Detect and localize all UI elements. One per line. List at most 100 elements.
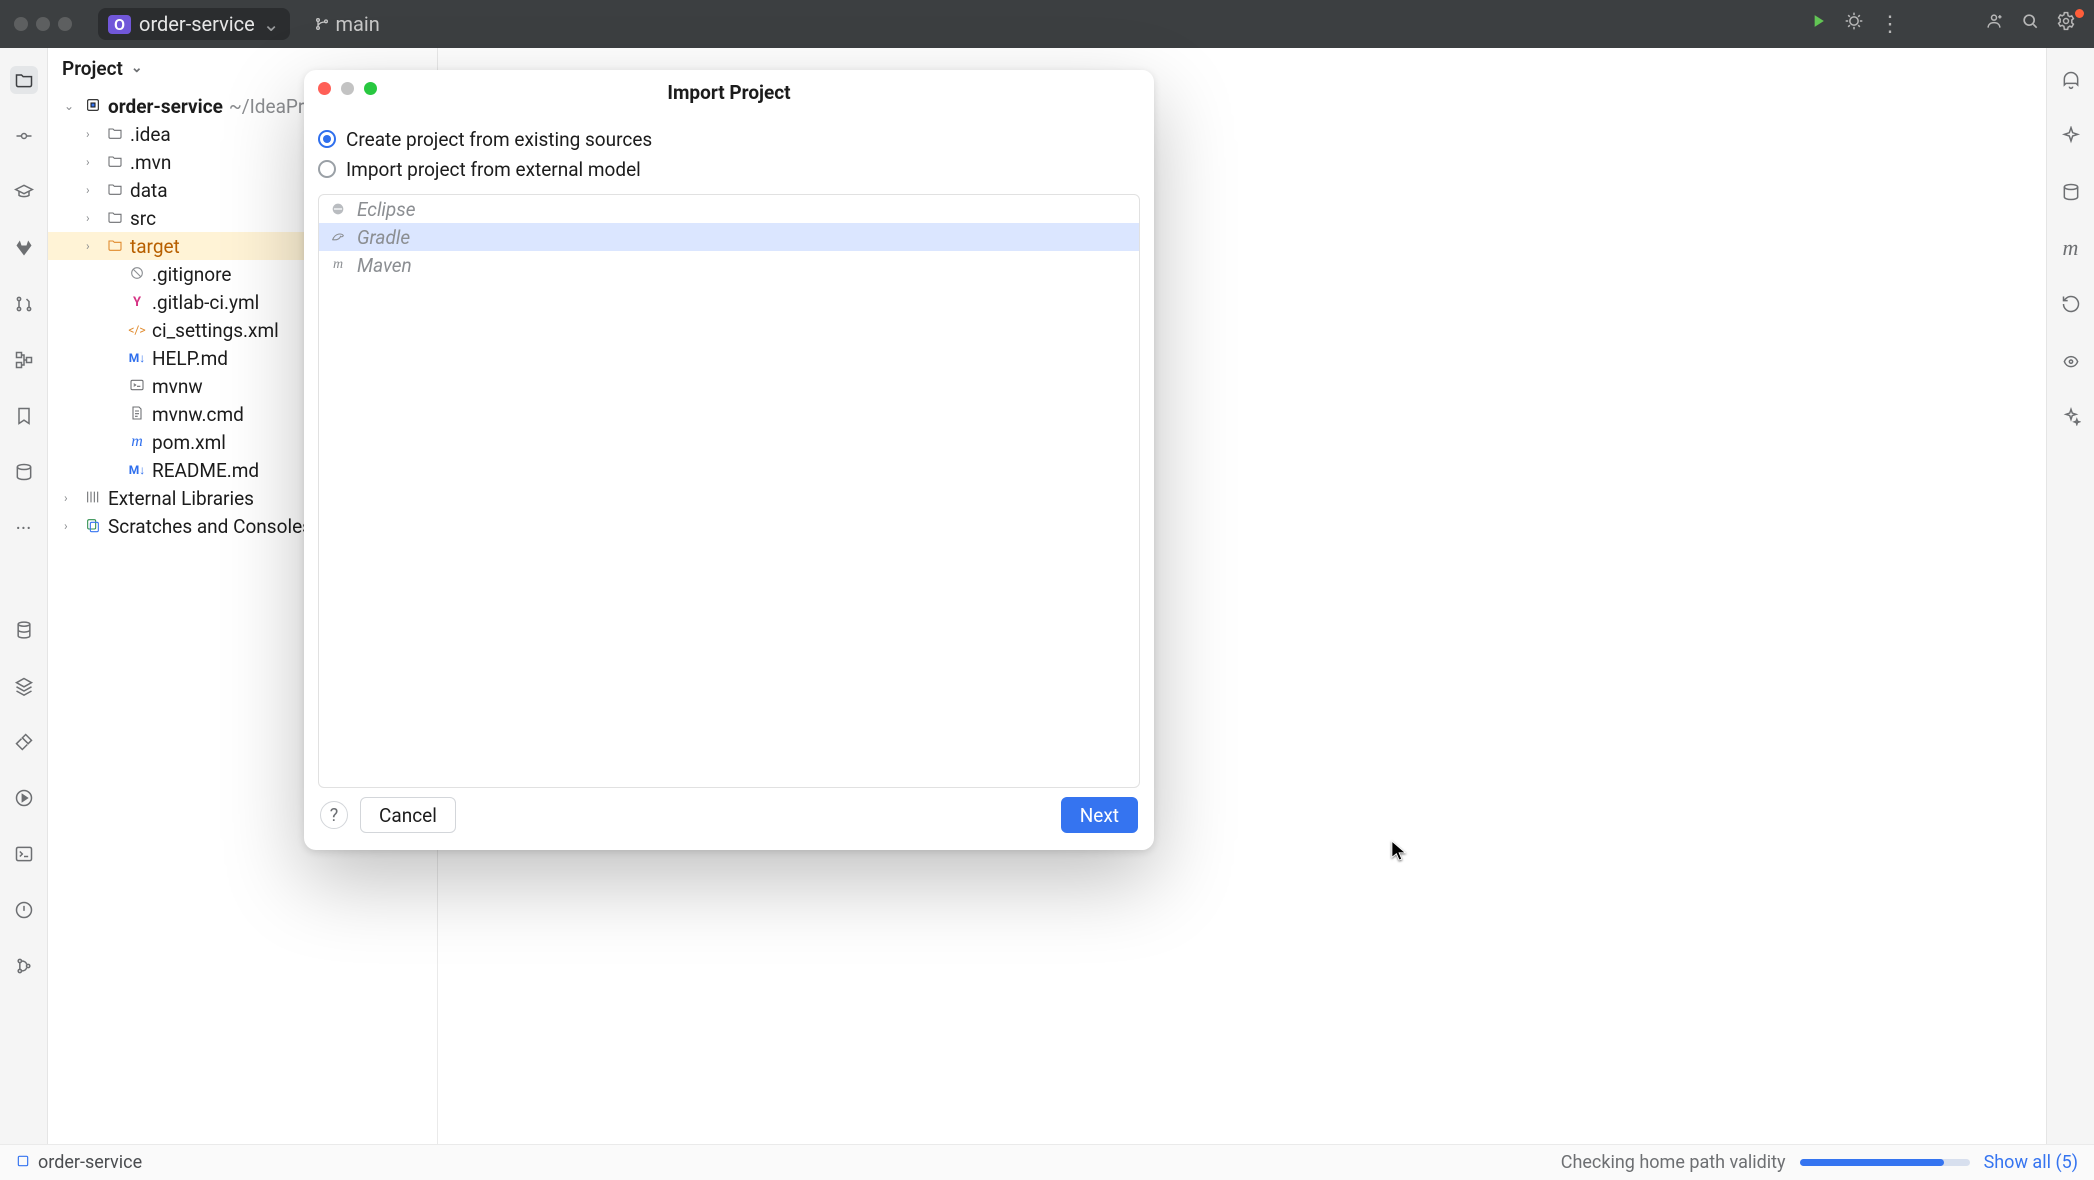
ide-titlebar: O order-service ⌄ main ⋮ bbox=[0, 0, 2094, 48]
tree-item-label: .idea bbox=[130, 123, 171, 146]
next-button[interactable]: Next bbox=[1061, 797, 1138, 833]
gitlab-tool-button[interactable] bbox=[10, 234, 38, 262]
layers-tool-button[interactable] bbox=[10, 672, 38, 700]
tree-item-label: mvnw.cmd bbox=[152, 403, 244, 426]
model-option-eclipse[interactable]: Eclipse bbox=[319, 195, 1139, 223]
radio-label: Create project from existing sources bbox=[346, 128, 652, 151]
chevron-right-icon[interactable]: › bbox=[86, 155, 100, 169]
tree-root-name: order-service bbox=[108, 95, 223, 118]
project-tool-button[interactable] bbox=[10, 66, 38, 94]
persistence-tool-button[interactable] bbox=[10, 458, 38, 486]
chevron-right-icon[interactable]: › bbox=[86, 183, 100, 197]
mouse-cursor-icon bbox=[1391, 840, 1409, 862]
scratches-icon bbox=[84, 515, 102, 538]
chevron-down-icon: ⌄ bbox=[131, 60, 143, 76]
tree-item-label: README.md bbox=[152, 459, 259, 482]
more-actions-button[interactable]: ⋮ bbox=[1876, 12, 1904, 37]
tree-item-label: mvnw bbox=[152, 375, 203, 398]
status-progress-bar[interactable] bbox=[1800, 1159, 1970, 1166]
folder-icon bbox=[106, 179, 124, 202]
module-icon bbox=[84, 95, 102, 118]
markdown-icon: M↓ bbox=[128, 463, 146, 477]
model-option-label: Maven bbox=[357, 254, 412, 277]
markdown-icon: M↓ bbox=[128, 351, 146, 365]
search-everywhere-icon[interactable] bbox=[2016, 11, 2044, 37]
pull-requests-tool-button[interactable] bbox=[10, 290, 38, 318]
help-button[interactable]: ? bbox=[320, 801, 348, 829]
workspace: ··· m bbox=[0, 48, 2094, 1144]
import-project-dialog: Import Project Create project from exist… bbox=[304, 70, 1154, 850]
problems-tool-button[interactable] bbox=[10, 896, 38, 924]
dialog-title: Import Project bbox=[667, 81, 790, 104]
radio-label: Import project from external model bbox=[346, 158, 641, 181]
branch-icon bbox=[314, 16, 330, 32]
tree-item-label: ci_settings.xml bbox=[152, 319, 279, 342]
tree-item-label: src bbox=[130, 207, 156, 230]
eclipse-icon bbox=[329, 200, 347, 218]
project-name-label: order-service bbox=[139, 12, 255, 36]
chevron-right-icon[interactable]: › bbox=[64, 491, 78, 505]
status-task-label: Checking home path validity bbox=[1561, 1152, 1786, 1173]
database2-tool-button[interactable] bbox=[2057, 178, 2085, 206]
folder-icon bbox=[106, 151, 124, 174]
model-option-gradle[interactable]: Gradle bbox=[319, 223, 1139, 251]
project-selector[interactable]: O order-service ⌄ bbox=[98, 8, 290, 40]
learn-tool-button[interactable] bbox=[10, 178, 38, 206]
database-tool-button[interactable] bbox=[10, 616, 38, 644]
cancel-button[interactable]: Cancel bbox=[360, 797, 456, 833]
yaml-icon: Y bbox=[128, 295, 146, 310]
traffic-min-icon[interactable] bbox=[36, 17, 50, 31]
code-with-me-icon[interactable] bbox=[1980, 11, 2008, 37]
folder-icon bbox=[106, 123, 124, 146]
vcs-branch-chip[interactable]: main bbox=[314, 12, 380, 36]
build-tool-button[interactable] bbox=[10, 728, 38, 756]
tree-item-label: .mvn bbox=[130, 151, 171, 174]
structure-tool-button[interactable] bbox=[10, 346, 38, 374]
dialog-footer: ? Cancel Next bbox=[304, 788, 1154, 850]
debug-button[interactable] bbox=[1840, 11, 1868, 37]
folder-icon bbox=[106, 235, 124, 258]
notifications-tool-button[interactable] bbox=[2057, 66, 2085, 94]
traffic-max-icon[interactable] bbox=[58, 17, 72, 31]
settings-icon[interactable] bbox=[2052, 11, 2080, 37]
tree-item-label: target bbox=[130, 235, 180, 258]
run-button[interactable] bbox=[1804, 11, 1832, 37]
right-tool-strip: m bbox=[2046, 48, 2094, 1144]
status-bar: order-service Checking home path validit… bbox=[0, 1144, 2094, 1180]
status-module-name[interactable]: order-service bbox=[38, 1152, 142, 1173]
radio-import-external-model[interactable]: Import project from external model bbox=[318, 154, 1140, 184]
project-badge: O bbox=[108, 15, 131, 34]
commit-tool-button[interactable] bbox=[10, 122, 38, 150]
maven-tool-button[interactable]: m bbox=[2057, 234, 2085, 262]
bookmarks-tool-button[interactable] bbox=[10, 402, 38, 430]
gitignore-icon bbox=[128, 263, 146, 286]
chevron-right-icon[interactable]: › bbox=[86, 127, 100, 141]
chevron-right-icon[interactable]: › bbox=[64, 519, 78, 533]
maven-icon: m bbox=[329, 256, 347, 274]
vcs-tool-button[interactable] bbox=[10, 952, 38, 980]
ai-chat-tool-button[interactable] bbox=[2057, 402, 2085, 430]
dialog-min-icon bbox=[341, 82, 354, 95]
tree-item-label: .gitignore bbox=[152, 263, 231, 286]
more-tools-button[interactable]: ··· bbox=[10, 514, 38, 542]
chevron-down-icon[interactable]: ⌄ bbox=[64, 99, 78, 113]
libraries-icon bbox=[84, 487, 102, 510]
radio-create-from-sources[interactable]: Create project from existing sources bbox=[318, 124, 1140, 154]
shell-icon bbox=[128, 375, 146, 398]
dialog-close-icon[interactable] bbox=[318, 82, 331, 95]
show-all-tasks-link[interactable]: Show all (5) bbox=[1984, 1152, 2078, 1173]
run-tool-button[interactable] bbox=[10, 784, 38, 812]
ai-assistant-tool-button[interactable] bbox=[2057, 122, 2085, 150]
traffic-close-icon[interactable] bbox=[14, 17, 28, 31]
coverage-tool-button[interactable] bbox=[2057, 346, 2085, 374]
chevron-right-icon[interactable]: › bbox=[86, 239, 100, 253]
dialog-titlebar[interactable]: Import Project bbox=[304, 70, 1154, 114]
chevron-right-icon[interactable]: › bbox=[86, 211, 100, 225]
tree-item-label: data bbox=[130, 179, 168, 202]
dialog-max-icon[interactable] bbox=[364, 82, 377, 95]
left-tool-strip: ··· bbox=[0, 48, 48, 1144]
text-file-icon bbox=[128, 403, 146, 426]
reload-tool-button[interactable] bbox=[2057, 290, 2085, 318]
terminal-tool-button[interactable] bbox=[10, 840, 38, 868]
model-option-maven[interactable]: m Maven bbox=[319, 251, 1139, 279]
